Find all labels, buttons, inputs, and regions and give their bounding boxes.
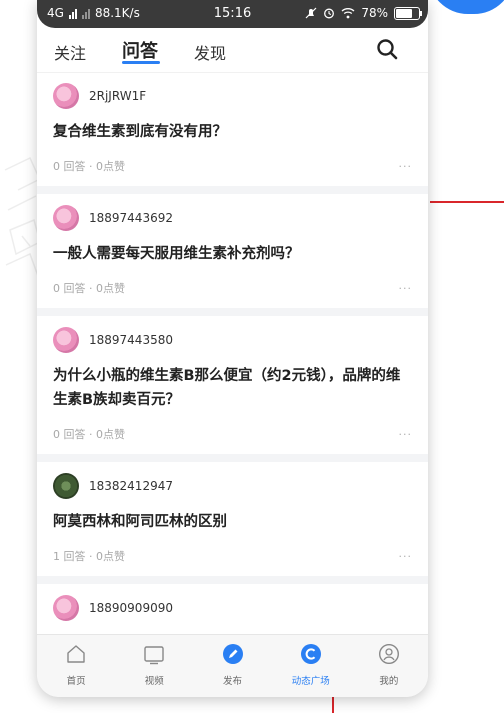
question-item[interactable]: 18890909090: [37, 584, 428, 635]
battery-icon: [394, 6, 422, 20]
bottom-nav-bar: 首页 视频 发布 动态广场 我的: [37, 634, 428, 697]
status-time: 15:16: [213, 6, 252, 21]
nav-video[interactable]: 视频: [115, 635, 193, 697]
mute-icon: [305, 7, 317, 19]
nav-publish-label: 发布: [223, 676, 243, 687]
video-icon: [144, 646, 164, 665]
question-title[interactable]: 阿莫西林和阿司匹林的区别: [53, 510, 412, 534]
publish-pencil-icon: [222, 644, 243, 664]
more-options-icon[interactable]: ···: [399, 538, 413, 576]
alarm-icon: [324, 8, 335, 19]
wifi-icon: [341, 8, 355, 19]
avatar[interactable]: [53, 327, 79, 353]
question-stats: 1 回答 · 0点赞: [53, 550, 125, 563]
nav-home-label: 首页: [66, 676, 86, 687]
tab-discover[interactable]: 发现: [194, 40, 226, 64]
question-title[interactable]: 为什么小瓶的维生素B那么便宜（约2元钱），品牌的维生素B族却卖百元？: [53, 364, 412, 412]
decorative-red-line-right: [430, 201, 504, 203]
nav-square-label: 动态广场: [291, 676, 330, 687]
question-item[interactable]: 18382412947 阿莫西林和阿司匹林的区别 1 回答 · 0点赞 ···: [37, 462, 428, 584]
active-tab-indicator: [122, 61, 160, 64]
username[interactable]: 2RjJRW1F: [89, 89, 146, 103]
avatar[interactable]: [53, 83, 79, 109]
decorative-blue-shape: [428, 0, 504, 14]
more-options-icon[interactable]: ···: [399, 270, 413, 308]
question-stats: 0 回答 · 0点赞: [53, 282, 125, 295]
home-icon: [67, 645, 85, 663]
phone-screen: 4G 88.1K/s 15:16 78% 关注 问答 发现 2RjJRW1F 复…: [37, 0, 428, 697]
question-item[interactable]: 18897443580 为什么小瓶的维生素B那么便宜（约2元钱），品牌的维生素B…: [37, 316, 428, 462]
username[interactable]: 18897443580: [89, 333, 173, 347]
nav-video-label: 视频: [144, 676, 164, 687]
question-feed: 2RjJRW1F 复合维生素到底有没有用？ 0 回答 · 0点赞 ··· 188…: [37, 72, 428, 635]
username[interactable]: 18890909090: [89, 601, 173, 615]
more-options-icon[interactable]: ···: [399, 416, 413, 454]
more-options-icon[interactable]: ···: [399, 148, 413, 186]
username[interactable]: 18382412947: [89, 479, 173, 493]
nav-profile-label: 我的: [379, 676, 399, 687]
tab-qa[interactable]: 问答: [122, 37, 158, 63]
question-title[interactable]: 一般人需要每天服用维生素补充剂吗？: [53, 242, 412, 266]
top-tab-bar: 关注 问答 发现: [37, 28, 428, 73]
nav-publish[interactable]: 发布: [193, 635, 271, 697]
profile-icon: [378, 643, 399, 665]
question-stats: 0 回答 · 0点赞: [53, 428, 125, 441]
question-title[interactable]: 复合维生素到底有没有用？: [53, 120, 412, 144]
question-item[interactable]: 2RjJRW1F 复合维生素到底有没有用？ 0 回答 · 0点赞 ···: [37, 72, 428, 194]
username[interactable]: 18897443692: [89, 211, 173, 225]
question-stats: 0 回答 · 0点赞: [53, 160, 125, 173]
square-c-icon: [300, 644, 321, 664]
avatar[interactable]: [53, 205, 79, 231]
battery-percent: 78%: [361, 6, 388, 20]
tab-follow[interactable]: 关注: [54, 40, 86, 64]
decorative-red-line-bottom: [332, 697, 334, 713]
status-bar: 4G 88.1K/s 15:16 78%: [37, 0, 428, 28]
avatar[interactable]: [53, 595, 79, 621]
search-icon[interactable]: [376, 38, 398, 60]
nav-profile[interactable]: 我的: [350, 635, 428, 697]
question-item[interactable]: 18897443692 一般人需要每天服用维生素补充剂吗？ 0 回答 · 0点赞…: [37, 194, 428, 316]
nav-home[interactable]: 首页: [37, 635, 115, 697]
nav-square[interactable]: 动态广场: [272, 635, 350, 697]
avatar[interactable]: [53, 473, 79, 499]
